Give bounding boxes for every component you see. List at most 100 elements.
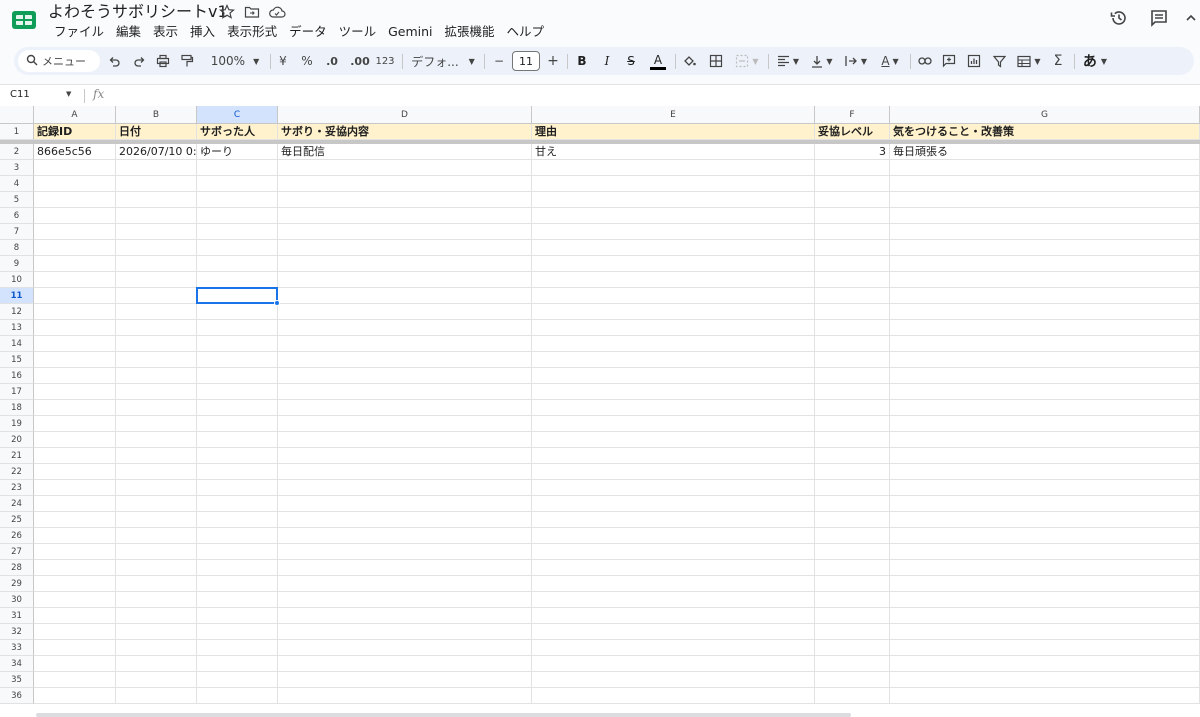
- row-header[interactable]: 9: [0, 256, 34, 272]
- cell[interactable]: [278, 608, 532, 624]
- search-menus-input[interactable]: メニュー: [18, 50, 100, 72]
- cell[interactable]: [890, 352, 1200, 368]
- cell[interactable]: [815, 672, 890, 688]
- cell[interactable]: [815, 224, 890, 240]
- font-select[interactable]: デフォ... ▼: [410, 47, 476, 75]
- cell[interactable]: [278, 640, 532, 656]
- cell[interactable]: [278, 384, 532, 400]
- cell[interactable]: [116, 304, 197, 320]
- header-cell[interactable]: 妥協レベル: [815, 124, 890, 140]
- cell[interactable]: [197, 400, 278, 416]
- cloud-status-icon[interactable]: [268, 3, 286, 21]
- data-cell[interactable]: 甘え: [532, 144, 815, 160]
- cell[interactable]: [197, 224, 278, 240]
- cell[interactable]: [116, 576, 197, 592]
- cell[interactable]: [34, 272, 116, 288]
- cell[interactable]: [197, 336, 278, 352]
- row-header[interactable]: 29: [0, 576, 34, 592]
- cell[interactable]: [815, 256, 890, 272]
- cell[interactable]: [890, 560, 1200, 576]
- horizontal-scrollbar[interactable]: [36, 713, 851, 717]
- decrease-decimal-button[interactable]: .0: [323, 47, 341, 75]
- cell[interactable]: [34, 160, 116, 176]
- cell[interactable]: [815, 480, 890, 496]
- cell[interactable]: [34, 176, 116, 192]
- cell[interactable]: [278, 400, 532, 416]
- cell[interactable]: [34, 640, 116, 656]
- cell[interactable]: [532, 336, 815, 352]
- cell[interactable]: [116, 672, 197, 688]
- column-header-g[interactable]: G: [890, 106, 1200, 124]
- menu-data[interactable]: データ: [283, 22, 333, 42]
- cell[interactable]: [116, 448, 197, 464]
- data-cell[interactable]: 2026/07/10 0:12: [116, 144, 197, 160]
- cell[interactable]: [815, 624, 890, 640]
- cell[interactable]: [815, 416, 890, 432]
- cell[interactable]: [890, 592, 1200, 608]
- functions-button[interactable]: Σ: [1050, 47, 1066, 75]
- cell[interactable]: [34, 592, 116, 608]
- sheet-grid[interactable]: A B C D E F G 1 記録ID 日付 サボった人 サボり・妥協内容 理由 妥協レベル 気をつけるこ…: [0, 106, 1200, 717]
- header-cell[interactable]: サボり・妥協内容: [278, 124, 532, 140]
- cell[interactable]: [532, 416, 815, 432]
- cell[interactable]: [815, 272, 890, 288]
- cell[interactable]: [890, 368, 1200, 384]
- cell[interactable]: [815, 192, 890, 208]
- cell[interactable]: [532, 272, 815, 288]
- cell[interactable]: [278, 224, 532, 240]
- folder-move-icon[interactable]: [243, 3, 261, 21]
- row-header[interactable]: 15: [0, 352, 34, 368]
- column-header-d[interactable]: D: [278, 106, 532, 124]
- menu-help[interactable]: ヘルプ: [501, 22, 551, 42]
- cell[interactable]: [815, 608, 890, 624]
- row-header[interactable]: 28: [0, 560, 34, 576]
- cell[interactable]: [278, 448, 532, 464]
- cell[interactable]: [890, 512, 1200, 528]
- undo-icon[interactable]: [105, 47, 123, 75]
- row-header[interactable]: 2: [0, 144, 34, 160]
- menu-edit[interactable]: 編集: [110, 22, 147, 42]
- chevron-up-icon[interactable]: [1180, 7, 1200, 29]
- currency-format-button[interactable]: ¥: [276, 47, 290, 75]
- row-header[interactable]: 11: [0, 288, 34, 304]
- cell[interactable]: [116, 480, 197, 496]
- cell[interactable]: [116, 688, 197, 704]
- cell[interactable]: [197, 160, 278, 176]
- cell[interactable]: [815, 496, 890, 512]
- cell[interactable]: [890, 288, 1200, 304]
- cell[interactable]: [197, 560, 278, 576]
- cell[interactable]: [34, 448, 116, 464]
- cell[interactable]: [197, 624, 278, 640]
- cell[interactable]: [890, 688, 1200, 704]
- menu-gemini[interactable]: Gemini: [382, 22, 438, 42]
- cell[interactable]: [278, 432, 532, 448]
- cell[interactable]: [34, 400, 116, 416]
- cell[interactable]: [532, 496, 815, 512]
- cell[interactable]: [197, 432, 278, 448]
- fill-color-icon[interactable]: [681, 47, 699, 75]
- cell[interactable]: [815, 592, 890, 608]
- cell[interactable]: [815, 320, 890, 336]
- cell[interactable]: [116, 208, 197, 224]
- cell[interactable]: [116, 224, 197, 240]
- cell[interactable]: [890, 304, 1200, 320]
- cell[interactable]: [532, 160, 815, 176]
- cell[interactable]: [197, 528, 278, 544]
- paint-format-icon[interactable]: [178, 47, 196, 75]
- cell[interactable]: [197, 576, 278, 592]
- row-header[interactable]: 19: [0, 416, 34, 432]
- cell[interactable]: [532, 544, 815, 560]
- text-color-button[interactable]: A: [648, 47, 668, 75]
- cell[interactable]: [815, 400, 890, 416]
- cell[interactable]: [116, 496, 197, 512]
- cell[interactable]: [278, 192, 532, 208]
- row-header[interactable]: 35: [0, 672, 34, 688]
- cell[interactable]: [815, 336, 890, 352]
- cell[interactable]: [890, 160, 1200, 176]
- cell[interactable]: [197, 208, 278, 224]
- cell[interactable]: [116, 352, 197, 368]
- cell[interactable]: [815, 640, 890, 656]
- cell[interactable]: [278, 272, 532, 288]
- cell[interactable]: [815, 448, 890, 464]
- row-header[interactable]: 4: [0, 176, 34, 192]
